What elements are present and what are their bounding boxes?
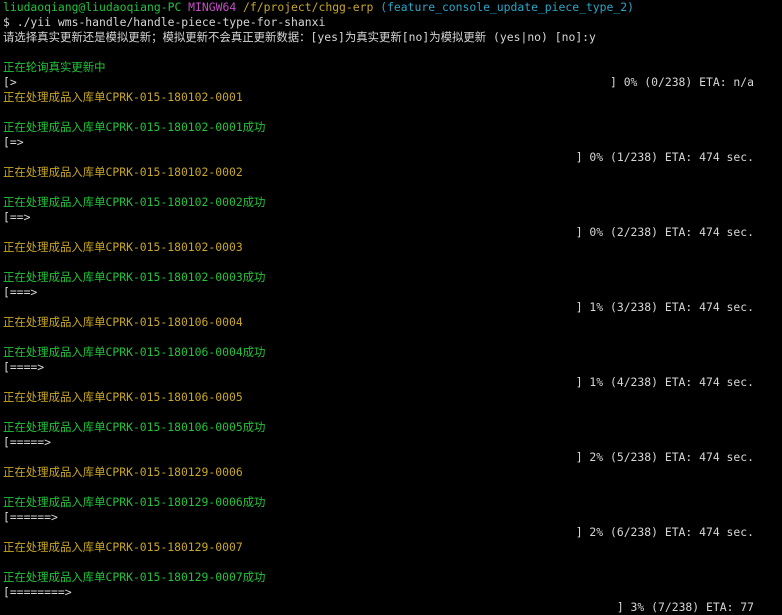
progress-status: ] 0% (2/238) ETA: 474 sec. bbox=[575, 225, 754, 239]
progress-bar-line: [========> bbox=[3, 585, 779, 600]
prompt-symbol: $ bbox=[3, 15, 10, 29]
success-line: 正在处理成品入库单CPRK-015-180102-0001成功 bbox=[3, 120, 266, 134]
progress-bar: [====> bbox=[3, 360, 45, 374]
success-line: 正在处理成品入库单CPRK-015-180106-0004成功 bbox=[3, 345, 266, 359]
prompt-branch: (feature_console_update_piece_type_2) bbox=[380, 0, 634, 14]
progress-bar: [======> bbox=[3, 510, 58, 524]
progress-status-line: ] 3% (7/238) ETA: 77 bbox=[3, 600, 779, 615]
processing-line: 正在处理成品入库单CPRK-015-180102-0002 bbox=[3, 165, 243, 179]
processing-line: 正在处理成品入库单CPRK-015-180102-0001 bbox=[3, 90, 243, 104]
progress-status-line: ] 2% (5/238) ETA: 474 sec. bbox=[3, 450, 779, 465]
progress-status-line: ] 1% (4/238) ETA: 474 sec. bbox=[3, 375, 779, 390]
confirm-prompt: 请选择真实更新还是模拟更新；模拟更新不会真正更新数据：[yes]为真实更新[no… bbox=[3, 30, 596, 44]
progress-status-line: ] 0% (1/238) ETA: 474 sec. bbox=[3, 150, 779, 165]
processing-line: 正在处理成品入库单CPRK-015-180106-0005 bbox=[3, 390, 243, 404]
success-line: 正在处理成品入库单CPRK-015-180102-0002成功 bbox=[3, 195, 266, 209]
progress-bar: [==> bbox=[3, 210, 31, 224]
processing-line: 正在处理成品入库单CPRK-015-180102-0003 bbox=[3, 240, 243, 254]
processing-line: 正在处理成品入库单CPRK-015-180129-0006 bbox=[3, 465, 243, 479]
progress-bar: [=====> bbox=[3, 435, 52, 449]
prompt-line: liudaoqiang@liudaoqiang-PC MINGW64 /f/pr… bbox=[3, 0, 779, 15]
command-text: ./yii wms-handle/handle-piece-type-for-s… bbox=[16, 15, 326, 29]
terminal-window[interactable]: liudaoqiang@liudaoqiang-PC MINGW64 /f/pr… bbox=[0, 0, 782, 614]
progress-status: ] 0% (0/238) ETA: n/a bbox=[609, 75, 754, 89]
progress-bar-line: [=> bbox=[3, 135, 779, 150]
success-line: 正在处理成品入库单CPRK-015-180102-0003成功 bbox=[3, 270, 266, 284]
progress-bar-line: [====> bbox=[3, 360, 779, 375]
progress-status: ] 2% (6/238) ETA: 474 sec. bbox=[575, 525, 754, 539]
status-message: 正在轮询真实更新中 bbox=[3, 60, 106, 74]
progress-status: ] 1% (3/238) ETA: 474 sec. bbox=[575, 300, 754, 314]
progress-status-line: ] 2% (6/238) ETA: 474 sec. bbox=[3, 525, 779, 540]
prompt-path: /f/project/chgg-erp bbox=[243, 0, 374, 14]
progress-bar-line: [=====> bbox=[3, 435, 779, 450]
progress-bar-line: [> ] 0% (0/238) ETA: n/a bbox=[3, 75, 779, 90]
progress-status: ] 1% (4/238) ETA: 474 sec. bbox=[575, 375, 754, 389]
prompt-system: MINGW64 bbox=[188, 0, 237, 14]
progress-bar-line: [===> bbox=[3, 285, 779, 300]
command-line: $ ./yii wms-handle/handle-piece-type-for… bbox=[3, 15, 779, 30]
progress-status: ] 0% (1/238) ETA: 474 sec. bbox=[575, 150, 754, 164]
progress-bar: [=> bbox=[3, 135, 24, 149]
progress-bar: [========> bbox=[3, 585, 72, 599]
progress-status: ] 3% (7/238) ETA: 77 bbox=[616, 600, 754, 614]
processing-line: 正在处理成品入库单CPRK-015-180106-0004 bbox=[3, 315, 243, 329]
success-line: 正在处理成品入库单CPRK-015-180129-0007成功 bbox=[3, 570, 266, 584]
processing-line: 正在处理成品入库单CPRK-015-180129-0007 bbox=[3, 540, 243, 554]
progress-status-line: ] 0% (2/238) ETA: 474 sec. bbox=[3, 225, 779, 240]
prompt-user-host: liudaoqiang@liudaoqiang-PC bbox=[3, 0, 182, 14]
success-line: 正在处理成品入库单CPRK-015-180106-0005成功 bbox=[3, 420, 266, 434]
success-line: 正在处理成品入库单CPRK-015-180129-0006成功 bbox=[3, 495, 266, 509]
progress-bar: [> bbox=[3, 75, 17, 89]
progress-bar: [===> bbox=[3, 285, 38, 299]
progress-bar-line: [======> bbox=[3, 510, 779, 525]
progress-status: ] 2% (5/238) ETA: 474 sec. bbox=[575, 450, 754, 464]
progress-bar-line: [==> bbox=[3, 210, 779, 225]
progress-status-line: ] 1% (3/238) ETA: 474 sec. bbox=[3, 300, 779, 315]
